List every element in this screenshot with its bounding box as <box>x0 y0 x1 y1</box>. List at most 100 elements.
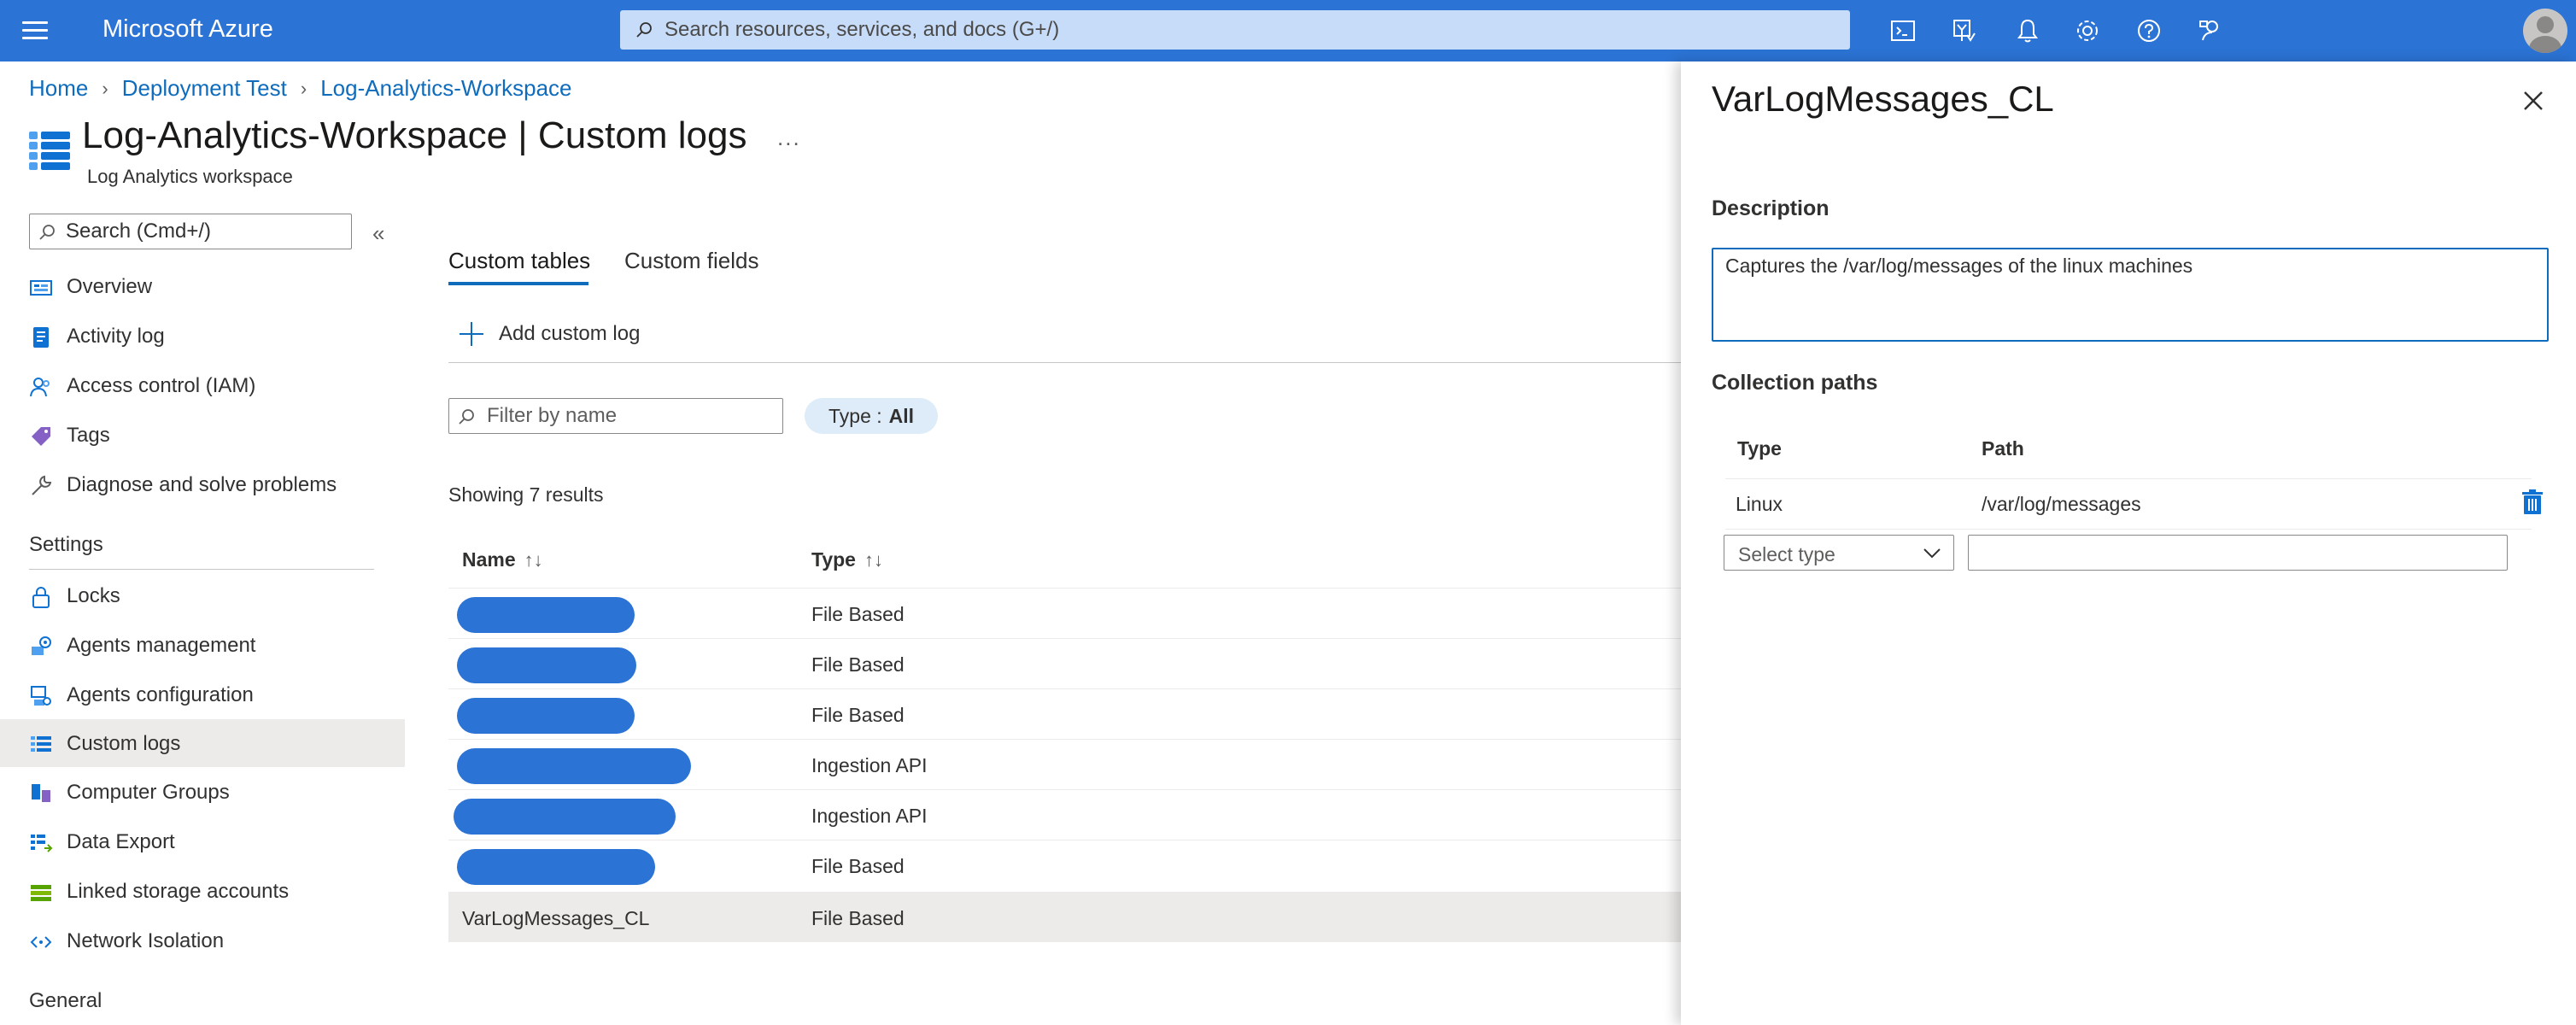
global-search[interactable] <box>620 10 1850 50</box>
sidebar-item-activity-log[interactable]: Activity log <box>0 312 405 360</box>
sort-icon: ↑↓ <box>864 549 883 571</box>
sidebar-item-label: Diagnose and solve problems <box>67 473 337 496</box>
table-row[interactable]: File Based <box>448 688 1683 739</box>
sidebar-item-computer-groups[interactable]: Computer Groups <box>0 768 405 816</box>
filter-by-name[interactable] <box>448 398 783 434</box>
table-row[interactable]: Ingestion API <box>448 739 1683 789</box>
more-options-button[interactable]: ... <box>777 125 801 151</box>
sidebar-item-label: Access control (IAM) <box>67 374 256 397</box>
type-filter-pill[interactable]: Type : All <box>805 398 939 434</box>
avatar[interactable] <box>2523 9 2567 53</box>
sidebar-item-linked-storage[interactable]: Linked storage accounts <box>0 867 405 915</box>
agents-management-icon <box>32 636 51 655</box>
sidebar-item-diagnose[interactable]: Diagnose and solve problems <box>0 460 405 508</box>
sidebar-item-tags[interactable]: Tags <box>0 411 405 459</box>
global-search-input[interactable] <box>664 10 1835 50</box>
sidebar-item-label: Computer Groups <box>67 781 230 804</box>
sidebar-item-label: Linked storage accounts <box>67 880 290 903</box>
sidebar-item-agents-management[interactable]: Agents management <box>0 621 405 669</box>
page-subtitle: Log Analytics workspace <box>87 166 293 187</box>
sidebar-item-custom-logs[interactable]: Custom logs <box>0 719 405 767</box>
storage-icon <box>31 885 51 901</box>
search-icon <box>636 22 652 38</box>
description-field[interactable]: Captures the /var/log/messages of the li… <box>1712 248 2549 342</box>
delete-icon[interactable] <box>2520 489 2545 516</box>
data-export-icon <box>31 835 53 852</box>
breadcrumb-deployment-test[interactable]: Deployment Test <box>122 75 287 102</box>
computer-groups-icon <box>32 784 50 802</box>
collection-paths-label: Collection paths <box>1712 371 1878 395</box>
help-icon[interactable] <box>2132 14 2166 48</box>
feedback-icon[interactable] <box>2193 14 2228 48</box>
select-type-dropdown[interactable]: Select type <box>1724 535 1954 571</box>
redacted-name <box>457 647 636 683</box>
sidebar-item-label: Custom logs <box>67 732 181 755</box>
sidebar-item-network-isolation[interactable]: Network Isolation <box>0 917 405 964</box>
chevron-down-icon <box>1923 548 1941 559</box>
sidebar-item-label: Network Isolation <box>67 929 225 952</box>
breadcrumb-home[interactable]: Home <box>29 75 88 102</box>
agents-configuration-icon <box>31 686 51 706</box>
redacted-name <box>454 799 676 835</box>
settings-icon[interactable] <box>2070 14 2105 48</box>
sidebar-item-label: Overview <box>67 275 153 298</box>
plus-icon <box>460 322 483 346</box>
tab-custom-fields[interactable]: Custom fields <box>624 248 759 274</box>
redacted-name <box>457 748 691 784</box>
sidebar-item-data-export[interactable]: Data Export <box>0 817 405 865</box>
collection-path-row: Linux /var/log/messages <box>1725 478 2532 530</box>
notifications-icon[interactable] <box>2011 14 2045 48</box>
breadcrumb: Home › Deployment Test › Log-Analytics-W… <box>29 75 572 102</box>
chevron-right-icon: › <box>300 77 307 99</box>
table-row[interactable]: File Based <box>448 588 1683 638</box>
resource-menu-search-input[interactable] <box>66 214 348 249</box>
network-isolation-icon <box>30 936 52 948</box>
table-row[interactable]: File Based <box>448 840 1683 890</box>
tab-custom-tables[interactable]: Custom tables <box>448 248 590 274</box>
sidebar-item-locks[interactable]: Locks <box>0 571 405 619</box>
sidebar-item-overview[interactable]: Overview <box>0 262 405 310</box>
column-header-name[interactable]: Name ↑↓ <box>462 548 543 571</box>
redacted-name <box>457 698 635 734</box>
search-icon <box>39 225 55 240</box>
table-row-selected[interactable]: VarLogMessages_CL File Based <box>448 892 1683 942</box>
sidebar-item-label: Agents configuration <box>67 683 254 706</box>
custom-log-detail-panel: VarLogMessages_CL Description Captures t… <box>1681 62 2576 1025</box>
active-tab-indicator <box>448 282 588 285</box>
brand-title[interactable]: Microsoft Azure <box>102 15 273 44</box>
resource-menu-search[interactable] <box>29 214 352 249</box>
overview-icon <box>30 280 52 296</box>
sidebar-item-label: Activity log <box>67 325 165 348</box>
search-icon <box>459 409 474 425</box>
sidebar-item-agents-configuration[interactable]: Agents configuration <box>0 671 405 718</box>
divider <box>29 569 374 570</box>
redacted-name <box>457 849 655 885</box>
iam-icon <box>30 378 50 397</box>
top-bar: Microsoft Azure <box>0 0 2576 62</box>
cloud-shell-icon[interactable] <box>1886 14 1920 48</box>
close-icon[interactable] <box>2516 84 2550 118</box>
sidebar-item-iam[interactable]: Access control (IAM) <box>0 361 405 409</box>
directory-filter-icon[interactable] <box>1947 14 1982 48</box>
breadcrumb-workspace[interactable]: Log-Analytics-Workspace <box>320 75 571 102</box>
column-header-type: Type <box>1737 437 1782 460</box>
description-label: Description <box>1712 196 1830 220</box>
add-custom-log-button[interactable]: Add custom log <box>460 322 640 346</box>
menu-icon[interactable] <box>22 19 50 43</box>
sort-icon: ↑↓ <box>524 549 543 571</box>
filter-input[interactable] <box>487 399 777 433</box>
sidebar-item-label: Locks <box>67 584 120 607</box>
settings-heading: Settings <box>29 533 103 556</box>
tag-icon <box>32 427 50 446</box>
chevron-right-icon: › <box>102 77 108 99</box>
table-row[interactable]: Ingestion API <box>448 789 1683 840</box>
activity-log-icon <box>33 327 49 348</box>
table-row[interactable]: File Based <box>448 638 1683 688</box>
column-header-type[interactable]: Type ↑↓ <box>811 548 883 571</box>
redacted-name <box>457 597 635 633</box>
custom-logs-resource-icon <box>29 130 70 173</box>
results-count: Showing 7 results <box>448 483 604 506</box>
collapse-menu-button[interactable]: « <box>372 220 384 247</box>
column-header-path: Path <box>1982 437 2024 460</box>
path-input[interactable] <box>1968 535 2508 571</box>
